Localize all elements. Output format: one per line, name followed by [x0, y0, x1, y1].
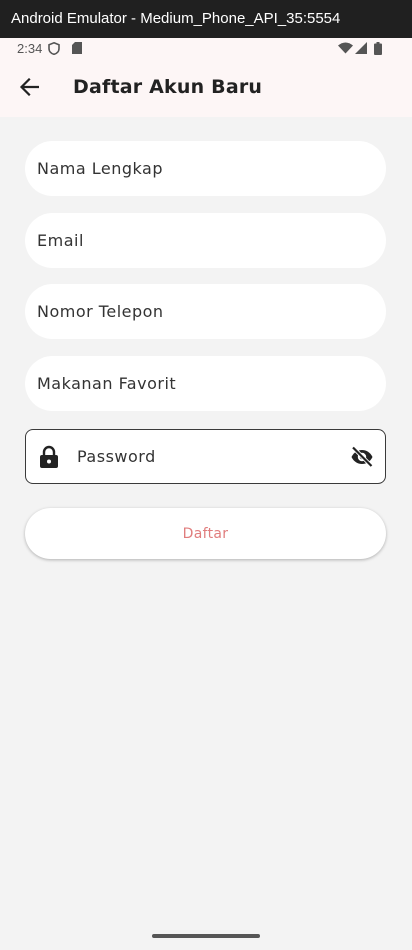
register-button[interactable]: Daftar	[25, 508, 386, 559]
back-button[interactable]	[12, 72, 46, 106]
sd-card-icon	[72, 42, 82, 57]
full-name-input[interactable]	[37, 141, 367, 196]
status-bar: 2:34	[0, 38, 412, 60]
favorite-food-field[interactable]	[25, 356, 386, 411]
home-indicator[interactable]	[152, 934, 260, 938]
app-bar: Daftar Akun Baru	[0, 60, 412, 117]
page-title: Daftar Akun Baru	[73, 76, 263, 98]
status-time: 2:34	[17, 41, 43, 56]
password-input[interactable]	[77, 430, 337, 483]
signal-icon	[355, 42, 367, 57]
emulator-window-title: Android Emulator - Medium_Phone_API_35:5…	[0, 0, 412, 38]
wifi-icon	[338, 42, 353, 57]
lock-icon	[39, 445, 59, 473]
phone-input[interactable]	[37, 284, 367, 339]
favorite-food-input[interactable]	[37, 356, 367, 411]
phone-screen: 2:34 Daftar Akun Baru Nama Lengkap Email…	[0, 38, 412, 950]
shield-icon	[48, 41, 60, 58]
full-name-field[interactable]	[25, 141, 386, 196]
arrow-back-icon	[19, 77, 40, 100]
password-field[interactable]	[25, 429, 386, 484]
eye-off-icon[interactable]	[350, 445, 374, 473]
email-input[interactable]	[37, 213, 367, 268]
battery-icon	[374, 42, 382, 58]
phone-field[interactable]	[25, 284, 386, 339]
email-field[interactable]	[25, 213, 386, 268]
